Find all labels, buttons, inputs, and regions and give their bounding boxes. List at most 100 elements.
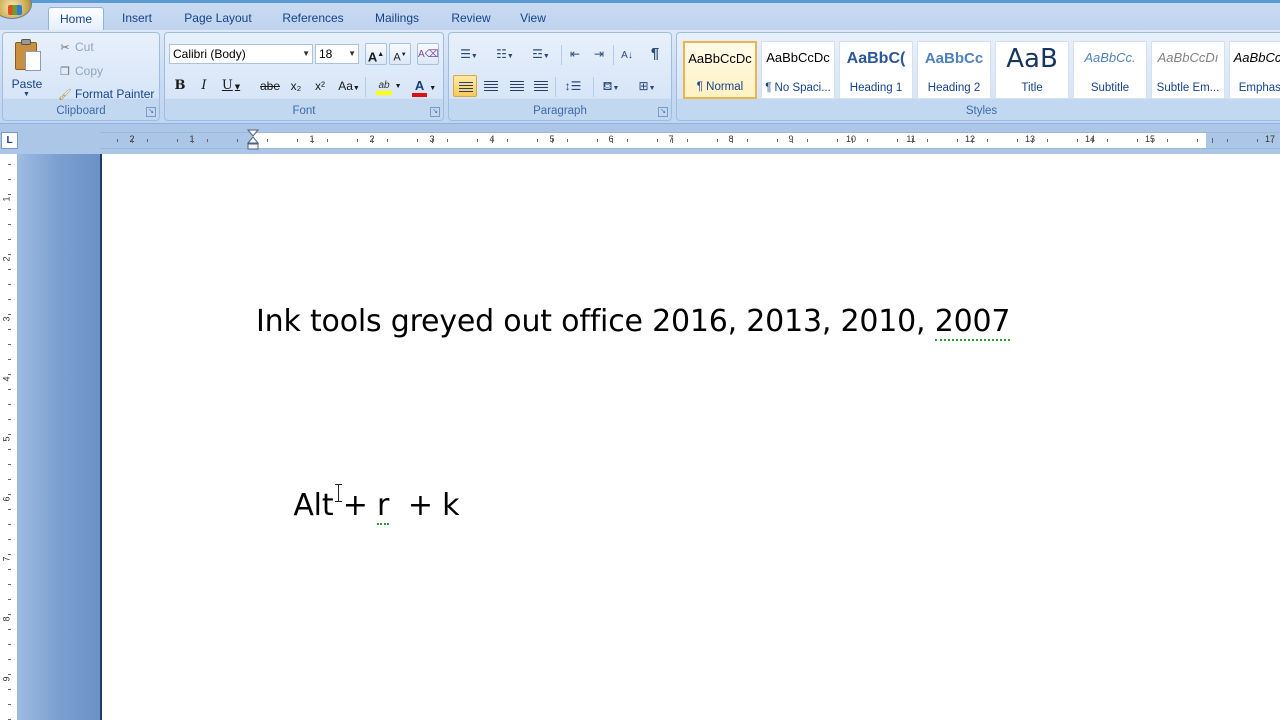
format-painter-button[interactable]: 🖌 Format Painter [57, 84, 154, 104]
cut-button[interactable]: ✂ Cut [57, 37, 94, 57]
style-emphasis[interactable]: AaBbCcDı Emphasis [1229, 41, 1280, 99]
underline-button[interactable]: U ▼ [219, 75, 243, 97]
borders-icon: ⊞ [638, 79, 649, 93]
style-normal[interactable]: AaBbCcDc ¶ Normal [683, 41, 757, 99]
sort-az-icon: A↓ [621, 50, 633, 61]
align-right-button[interactable] [505, 75, 529, 97]
line-spacing-button[interactable]: ↕☰ [557, 75, 589, 97]
document-left-background [18, 154, 100, 720]
ruler-number: 2 [1, 256, 12, 262]
tab-view[interactable]: View [510, 7, 556, 31]
font-launcher-icon[interactable]: ↘ [430, 107, 440, 117]
ruler-row: L 2 1 1 2 3 4 5 6 7 8 9 10 11 12 13 14 1… [0, 124, 1280, 154]
chevron-down-icon: ▼ [648, 85, 656, 92]
style-heading-2[interactable]: AaBbCc Heading 2 [917, 41, 991, 99]
font-size-dropdown[interactable]: 18 ▼ [315, 44, 359, 64]
style-name: Heading 1 [849, 82, 903, 94]
font-color-icon: A [411, 78, 428, 97]
bullets-button[interactable]: ☰▼ [453, 43, 485, 65]
style-name: Subtle Em... [1156, 82, 1220, 94]
clipboard-launcher-icon[interactable]: ↘ [146, 107, 156, 117]
cut-label: Cut [75, 40, 94, 54]
grow-font-button[interactable]: A▲ [365, 43, 387, 65]
justify-button[interactable] [529, 75, 553, 97]
show-hide-button[interactable]: ¶ [643, 43, 667, 65]
decrease-indent-button[interactable]: ⇤ [563, 43, 587, 65]
ruler-tick [8, 704, 11, 705]
ruler-number: 9 [1, 676, 12, 682]
ruler-tick [8, 539, 11, 540]
strikethrough-button[interactable]: abe [257, 75, 283, 97]
chevron-down-icon: ▼ [542, 53, 550, 60]
style-heading-1[interactable]: AaBbC( Heading 1 [839, 41, 913, 99]
tab-review[interactable]: Review [442, 7, 500, 31]
style-sample: AaBbCc [924, 50, 984, 67]
tab-selector[interactable]: L [1, 132, 18, 149]
multilevel-list-icon: ☲ [532, 47, 543, 61]
style-subtle-emphasis[interactable]: AaBbCcDı Subtle Em... [1151, 41, 1225, 99]
font-name-dropdown[interactable]: Calibri (Body) ▼ [169, 44, 313, 64]
multilevel-list-button[interactable]: ☲▼ [525, 43, 557, 65]
tab-insert[interactable]: Insert [112, 7, 162, 31]
style-no-spacing[interactable]: AaBbCcDc ¶ No Spaci... [761, 41, 835, 99]
vertical-ruler[interactable]: 1 2 3 4 5 6 7 8 9 [0, 154, 18, 720]
shrink-font-button[interactable]: A▼ [389, 43, 411, 65]
ruler-tick [8, 344, 11, 345]
highlight-button[interactable]: ab ▼ [371, 75, 407, 97]
ruler-number: 8 [728, 134, 734, 144]
shrink-font-icon: A [393, 51, 401, 64]
ruler-tick [927, 139, 928, 142]
document-text: + k [389, 488, 460, 523]
ruler-tick [8, 329, 11, 330]
align-left-button[interactable] [453, 75, 477, 97]
paste-dropdown-icon[interactable]: ▼ [23, 91, 30, 98]
increase-indent-button[interactable]: ⇥ [587, 43, 611, 65]
ruler-tick [657, 139, 658, 142]
style-subtitle[interactable]: AaBbCc. Subtitle [1073, 41, 1147, 99]
tab-references[interactable]: References [274, 7, 352, 31]
ruler-tick [117, 139, 118, 142]
document-line-2[interactable]: Alt + r + k [256, 453, 459, 558]
style-name: Title [1021, 82, 1043, 94]
align-left-icon [459, 82, 473, 92]
tab-mailings[interactable]: Mailings [364, 7, 430, 31]
style-sample: AaBbCcDc [766, 50, 830, 65]
ruler-tick [8, 239, 11, 240]
ruler-tick [552, 138, 553, 143]
superscript-button[interactable]: x² [309, 75, 331, 97]
ruler-tick [1212, 138, 1213, 143]
shading-button[interactable]: ⛾▼ [595, 75, 627, 97]
style-name: Subtitle [1090, 82, 1130, 94]
clear-formatting-button[interactable]: A⌫ [417, 43, 439, 65]
chevron-down-icon: ▼ [429, 85, 437, 92]
clipboard-group-label: Clipboard [56, 105, 106, 117]
change-case-button[interactable]: Aa▼ [335, 75, 363, 97]
office-button[interactable] [0, 0, 32, 19]
ruler-tick [8, 674, 11, 675]
italic-button[interactable]: I [193, 75, 215, 97]
font-color-button[interactable]: A ▼ [409, 75, 439, 97]
ruler-tick [687, 139, 688, 142]
font-group: Calibri (Body) ▼ 18 ▼ A▲ A▼ A⌫ B I U ▼ abe … [164, 32, 444, 121]
ruler-tick [627, 139, 628, 142]
ruler-tick [8, 629, 11, 630]
numbering-button[interactable]: ☷▼ [489, 43, 521, 65]
subscript-button[interactable]: x₂ [285, 75, 307, 97]
ruler-tick [8, 524, 11, 525]
document-line-1[interactable]: Ink tools greyed out office 2016, 2013, … [256, 304, 1011, 341]
ruler-tick [177, 139, 178, 142]
horizontal-ruler[interactable]: 2 1 1 2 3 4 5 6 7 8 9 10 11 12 13 14 15 … [100, 132, 1280, 149]
ruler-tick [327, 139, 328, 142]
borders-button[interactable]: ⊞▼ [631, 75, 663, 97]
tab-page-layout[interactable]: Page Layout [176, 7, 260, 31]
paragraph-launcher-icon[interactable]: ↘ [658, 107, 668, 117]
copy-button[interactable]: ❐ Copy [57, 61, 103, 81]
align-center-button[interactable] [479, 75, 503, 97]
style-title[interactable]: AaB Title [995, 41, 1069, 99]
document-page[interactable]: Ink tools greyed out office 2016, 2013, … [100, 154, 1280, 720]
ruler-tick [8, 359, 11, 360]
bold-button[interactable]: B [169, 75, 191, 97]
indent-marker-icon[interactable] [247, 129, 259, 151]
sort-button[interactable]: A↓ [615, 43, 639, 65]
tab-home[interactable]: Home [48, 7, 104, 31]
